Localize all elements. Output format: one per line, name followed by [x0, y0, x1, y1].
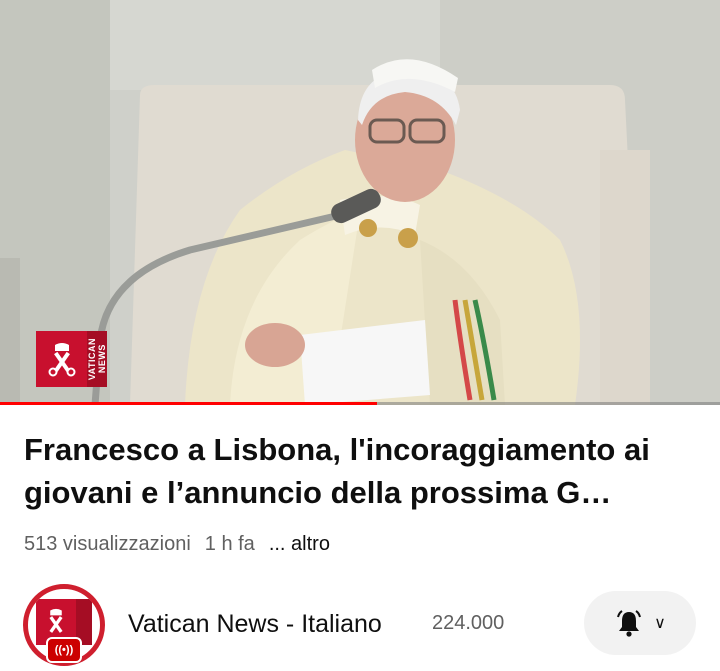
watermark-brand-text: VATICAN NEWS — [87, 337, 107, 381]
keys-of-peter-seal-icon — [36, 331, 87, 387]
notifications-button[interactable]: ∨ — [584, 591, 696, 655]
more-link[interactable]: ... altro — [269, 533, 330, 556]
chevron-down-icon: ∨ — [654, 615, 666, 632]
progress-bar-fill — [0, 402, 377, 405]
bell-ringing-icon — [617, 610, 642, 637]
channel-name[interactable]: Vatican News - Italiano — [128, 610, 382, 639]
video-frame — [0, 0, 720, 405]
view-count: 513 visualizzazioni — [24, 532, 191, 555]
live-broadcast-icon: ((•)) — [46, 637, 82, 663]
video-meta[interactable]: 513 visualizzazioni 1 h fa ... altro — [24, 530, 330, 558]
progress-bar[interactable] — [0, 402, 720, 405]
subscriber-count: 224.000 — [432, 612, 505, 634]
video-title[interactable]: Francesco a Lisbona, l'incoraggiamento a… — [24, 428, 704, 514]
vatican-news-watermark: VATICAN NEWS — [36, 331, 107, 387]
video-player[interactable]: VATICAN NEWS — [0, 0, 720, 405]
upload-age: 1 h fa — [204, 532, 255, 555]
